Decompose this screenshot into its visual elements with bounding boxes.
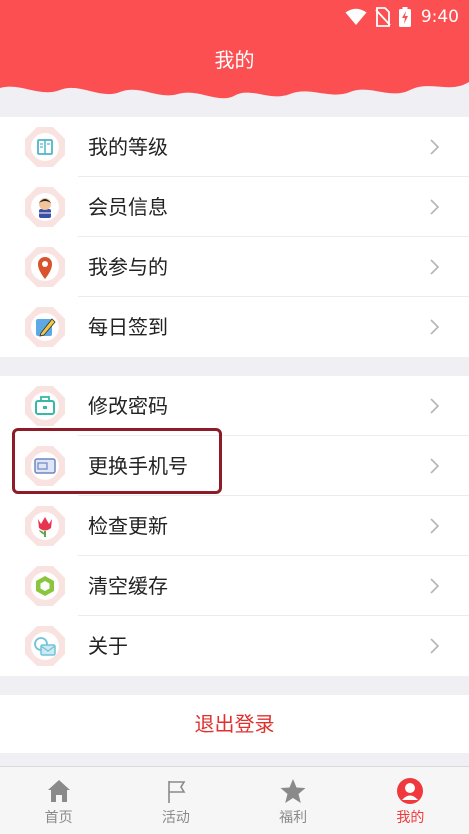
menu-item-clear-cache[interactable]: 清空缓存: [0, 556, 469, 616]
menu-item-change-password[interactable]: 修改密码: [0, 376, 469, 436]
chevron-right-icon: [430, 458, 440, 474]
wifi-icon: [345, 8, 367, 25]
menu-item-label: 更换手机号: [88, 454, 188, 478]
menu-item-label: 我的等级: [88, 135, 168, 159]
flower-icon: [25, 506, 65, 546]
chevron-right-icon: [430, 398, 440, 414]
settings-group-1: 我的等级 会员信息 我参与的 每日签到: [0, 117, 469, 357]
no-sim-icon: [375, 7, 391, 27]
home-icon: [47, 780, 70, 802]
bottom-tab-bar: 首页 活动 福利 我的: [0, 766, 469, 834]
menu-item-label: 每日签到: [88, 315, 168, 339]
menu-item-my-participation[interactable]: 我参与的: [0, 237, 469, 297]
mail-icon: [25, 626, 65, 666]
chevron-right-icon: [430, 319, 440, 335]
header: 我的: [0, 34, 469, 104]
member-avatar-icon: [25, 187, 65, 227]
menu-item-change-phone[interactable]: 更换手机号: [0, 436, 469, 496]
chevron-right-icon: [430, 259, 440, 275]
menu-item-about[interactable]: 关于: [0, 616, 469, 676]
location-pin-icon: [25, 247, 65, 287]
menu-item-label: 修改密码: [88, 394, 168, 418]
menu-item-label: 清空缓存: [88, 574, 168, 598]
edit-pencil-icon: [25, 307, 65, 347]
status-icons: 9:40: [345, 6, 459, 28]
menu-item-label: 我参与的: [88, 255, 168, 279]
tab-activity[interactable]: 活动: [117, 767, 234, 834]
tab-welfare[interactable]: 福利: [235, 767, 352, 834]
status-bar: 9:40: [0, 0, 469, 34]
menu-item-my-level[interactable]: 我的等级: [0, 117, 469, 177]
logout-button[interactable]: 退出登录: [0, 695, 469, 753]
chevron-right-icon: [430, 518, 440, 534]
chevron-right-icon: [430, 139, 440, 155]
menu-item-member-info[interactable]: 会员信息: [0, 177, 469, 237]
tab-label: 我的: [396, 810, 425, 826]
status-time: 9:40: [420, 7, 459, 27]
chevron-right-icon: [430, 578, 440, 594]
flag-icon: [168, 781, 186, 803]
menu-item-label: 检查更新: [88, 514, 168, 538]
chevron-right-icon: [430, 199, 440, 215]
star-icon: [280, 779, 306, 803]
user-profile-icon: [397, 778, 424, 804]
menu-item-label: 关于: [88, 634, 128, 658]
level-icon: [25, 127, 65, 167]
menu-item-label: 会员信息: [88, 195, 168, 219]
tab-label: 活动: [161, 810, 190, 826]
tab-mine[interactable]: 我的: [352, 767, 469, 834]
menu-item-check-update[interactable]: 检查更新: [0, 496, 469, 556]
page-title: 我的: [214, 48, 255, 72]
menu-item-daily-checkin[interactable]: 每日签到: [0, 297, 469, 357]
chevron-right-icon: [430, 638, 440, 654]
card-icon: [25, 446, 65, 486]
settings-group-2: 修改密码 更换手机号 检查更新 清空缓存 关于: [0, 376, 469, 676]
tab-label: 首页: [44, 810, 73, 826]
tab-home[interactable]: 首页: [0, 767, 117, 834]
tab-label: 福利: [279, 810, 308, 826]
hexagon-icon: [25, 566, 65, 606]
battery-charging-icon: [398, 7, 411, 27]
briefcase-icon: [25, 386, 65, 426]
